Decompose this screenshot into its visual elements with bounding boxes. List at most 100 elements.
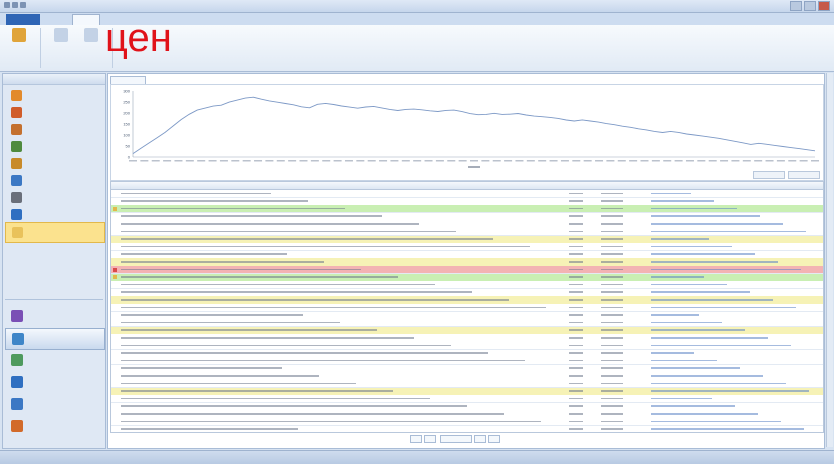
nav-button[interactable]	[5, 328, 105, 350]
cell-currency	[569, 260, 583, 263]
cell-currency	[569, 238, 583, 240]
ribbon-button-2[interactable]	[50, 27, 72, 59]
module-icon	[11, 420, 23, 432]
x-tick-label	[322, 160, 331, 162]
x-tick-label	[299, 160, 308, 162]
sidebar	[2, 73, 106, 449]
cell-price	[601, 374, 623, 377]
cell-currency	[569, 352, 583, 354]
cell-name	[121, 260, 324, 263]
folder-icon	[11, 209, 22, 220]
x-tick-label	[379, 160, 388, 162]
x-tick-label	[595, 160, 604, 162]
undo-icon[interactable]	[12, 2, 18, 8]
prev-page-button[interactable]	[424, 435, 436, 443]
row-marker-icon	[113, 206, 117, 211]
file-tab[interactable]	[6, 14, 40, 25]
chart-button-1[interactable]	[753, 171, 785, 179]
cell-price	[601, 306, 623, 309]
minimize-button[interactable]	[790, 1, 802, 11]
cell-supplier	[651, 192, 691, 195]
module-icon	[11, 398, 23, 410]
cell-name	[121, 291, 472, 293]
price-table	[110, 181, 824, 433]
x-tick-label	[708, 160, 717, 162]
row-marker-icon	[113, 267, 117, 272]
nav-button[interactable]	[5, 372, 103, 392]
x-tick-label	[344, 160, 353, 162]
cell-price	[601, 215, 623, 217]
last-page-button[interactable]	[488, 435, 500, 443]
cell-currency	[569, 359, 583, 362]
next-page-button[interactable]	[474, 435, 486, 443]
cell-currency	[569, 420, 583, 423]
x-tick-label	[754, 160, 763, 162]
ribbon-button-3[interactable]	[80, 27, 102, 59]
redo-icon[interactable]	[20, 2, 26, 8]
x-tick-label	[231, 160, 240, 162]
x-tick-label	[572, 160, 581, 162]
cell-supplier	[651, 344, 791, 347]
cell-price	[601, 412, 623, 415]
cell-currency	[569, 412, 583, 415]
cell-name	[121, 382, 356, 385]
cell-currency	[569, 367, 583, 369]
cell-name	[121, 352, 488, 354]
tool-icon	[12, 28, 26, 42]
nav-button[interactable]	[5, 306, 103, 326]
cell-name	[121, 276, 398, 278]
x-tick-label	[367, 160, 376, 162]
cell-currency	[569, 230, 583, 233]
cell-price	[601, 253, 623, 255]
cell-supplier	[651, 329, 745, 331]
x-axis-label	[468, 166, 480, 168]
cell-currency	[569, 192, 583, 195]
cell-supplier	[651, 428, 804, 430]
cell-price	[601, 352, 623, 354]
cell-price	[601, 276, 623, 278]
cell-price	[601, 230, 623, 233]
cell-name	[121, 192, 271, 195]
x-tick-label	[685, 160, 694, 162]
y-tick-label: 200	[123, 111, 130, 116]
cell-supplier	[651, 222, 783, 225]
module-icon	[11, 354, 23, 366]
save-icon[interactable]	[4, 2, 10, 8]
x-tick-label	[401, 160, 410, 162]
cell-currency	[569, 390, 583, 392]
table-row[interactable]	[111, 425, 823, 432]
cell-name	[121, 238, 493, 240]
cell-currency	[569, 283, 583, 286]
sidebar-item[interactable]	[5, 222, 105, 243]
cell-currency	[569, 291, 583, 293]
maximize-button[interactable]	[804, 1, 816, 11]
cell-name	[121, 367, 282, 369]
nav-button[interactable]	[5, 416, 103, 436]
quick-access-toolbar[interactable]	[4, 2, 40, 10]
x-tick-label	[174, 160, 183, 162]
x-tick-label	[254, 160, 263, 162]
x-tick-label	[219, 160, 228, 162]
page-input[interactable]	[440, 435, 472, 443]
x-tick-label	[413, 160, 422, 162]
window-title	[300, 2, 540, 10]
ribbon-button-1[interactable]	[8, 27, 30, 59]
nav-button[interactable]	[5, 394, 103, 414]
cell-price	[601, 336, 623, 339]
cell-price	[601, 321, 623, 324]
close-button[interactable]	[818, 1, 830, 11]
folder-icon	[11, 107, 22, 118]
cell-price	[601, 367, 623, 369]
x-tick-label	[549, 160, 558, 162]
x-tick-label	[663, 160, 672, 162]
chart-button-2[interactable]	[788, 171, 820, 179]
x-tick-label	[697, 160, 706, 162]
x-tick-label	[765, 160, 774, 162]
first-page-button[interactable]	[410, 435, 422, 443]
cell-name	[121, 428, 298, 430]
x-tick-label	[185, 160, 194, 162]
cell-name	[121, 420, 541, 423]
window-scrollbar[interactable]	[826, 73, 833, 447]
nav-button[interactable]	[5, 350, 103, 370]
cell-currency	[569, 268, 583, 271]
